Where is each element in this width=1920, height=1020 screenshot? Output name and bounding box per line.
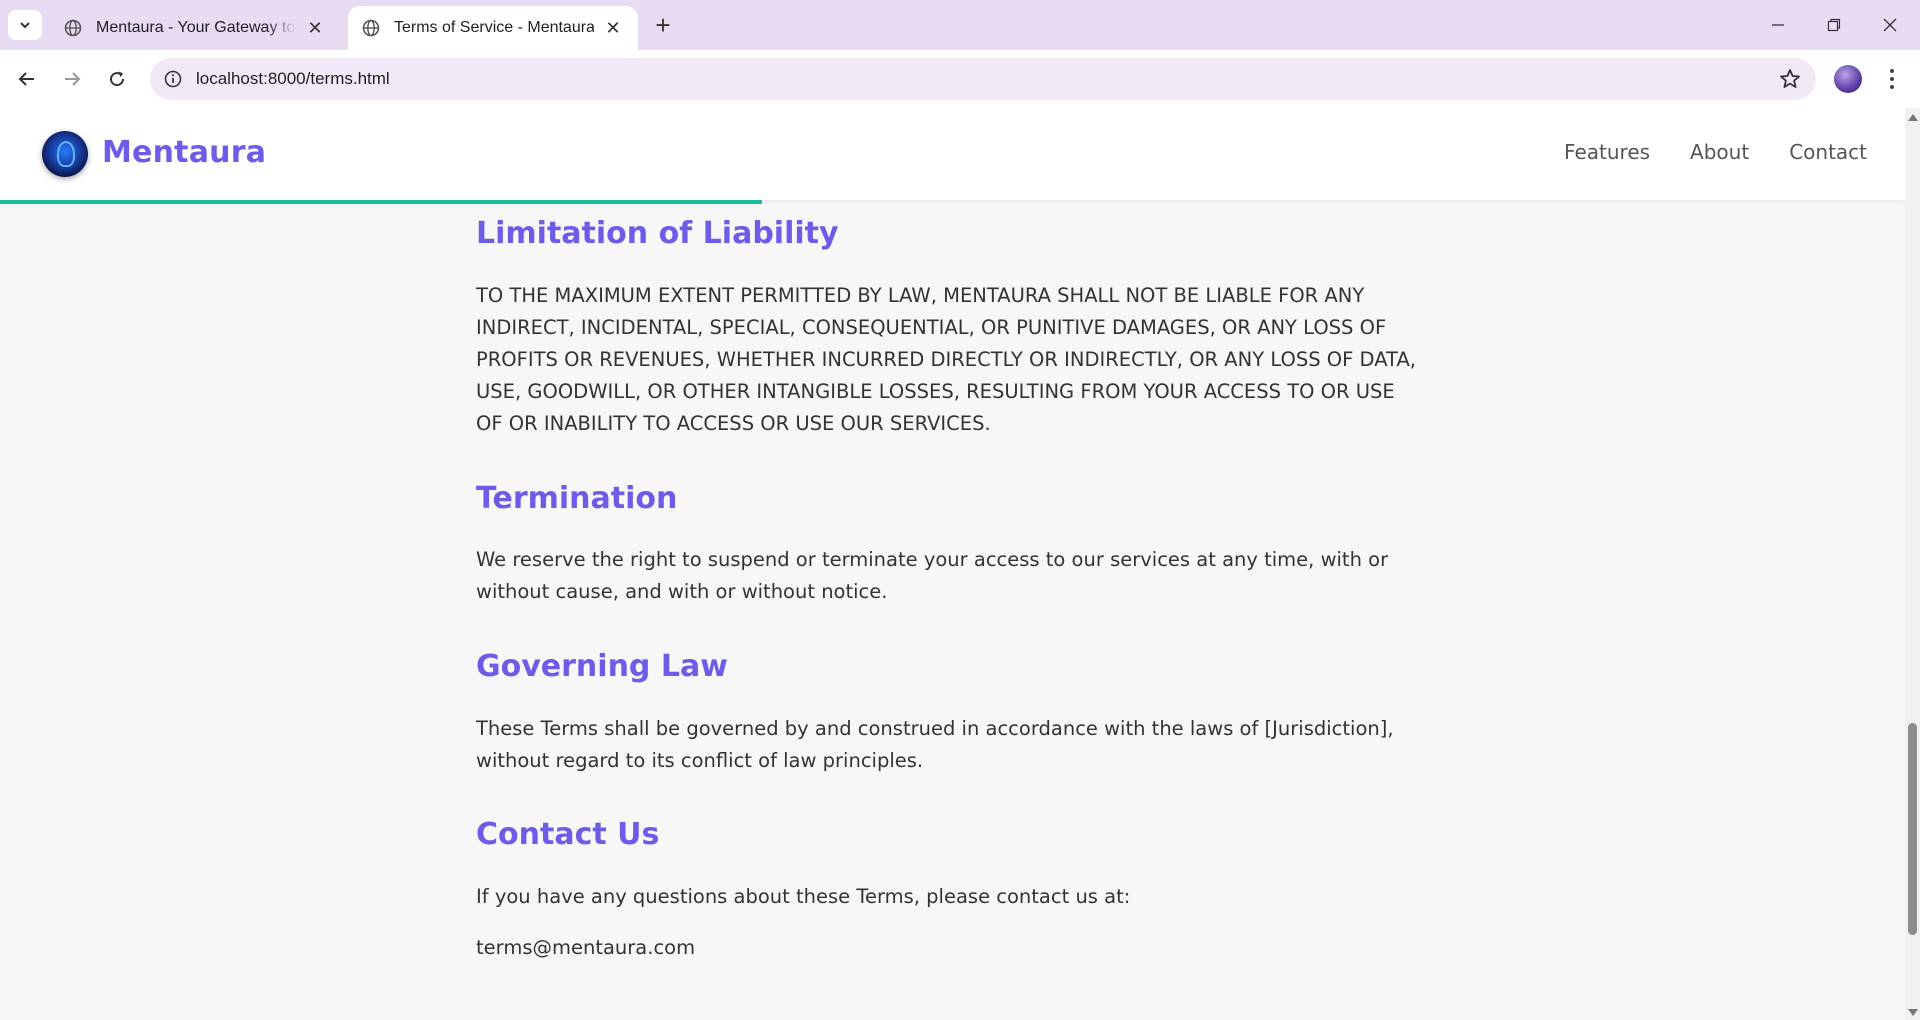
address-bar[interactable]: localhost:8000/terms.html: [150, 58, 1816, 100]
browser-toolbar: localhost:8000/terms.html: [0, 50, 1920, 108]
browser-tab-mentaura-home[interactable]: Mentaura - Your Gateway to Le ✕: [50, 6, 340, 50]
site-info-icon[interactable]: [160, 66, 186, 92]
globe-icon: [362, 19, 380, 37]
close-icon[interactable]: ✕: [602, 17, 624, 39]
page-viewport: Limitation of Liability TO THE MAXIMUM E…: [0, 108, 1905, 1020]
page-scrollbar[interactable]: [1905, 108, 1920, 1020]
section-text-governing-law: These Terms shall be governed by and con…: [476, 717, 1394, 772]
browser-tab-strip: Mentaura - Your Gateway to Le ✕ Terms of…: [0, 0, 1920, 50]
section-heading-limitation: Limitation of Liability: [476, 216, 839, 251]
scroll-up-icon[interactable]: [1908, 114, 1918, 121]
tab-search-icon[interactable]: [8, 10, 42, 40]
browser-tab-terms[interactable]: Terms of Service - Mentaura ✕: [348, 6, 638, 50]
close-icon[interactable]: ✕: [304, 17, 326, 39]
forward-icon[interactable]: [55, 62, 89, 96]
section-text-limitation: TO THE MAXIMUM EXTENT PERMITTED BY LAW, …: [476, 284, 1416, 435]
new-tab-icon[interactable]: +: [650, 10, 676, 40]
minimize-icon[interactable]: [1750, 0, 1806, 50]
site-header: Mentaura Features About Contact: [0, 108, 1905, 200]
scrollbar-thumb[interactable]: [1908, 723, 1917, 935]
url-text: localhost:8000/terms.html: [196, 69, 390, 88]
scroll-down-icon[interactable]: [1908, 1009, 1918, 1016]
profile-avatar[interactable]: [1834, 65, 1862, 93]
nav-link-features[interactable]: Features: [1564, 140, 1650, 164]
section-heading-contact: Contact Us: [476, 817, 660, 852]
restore-icon[interactable]: [1806, 0, 1862, 50]
more-menu-icon[interactable]: [1880, 64, 1904, 94]
section-heading-governing-law: Governing Law: [476, 649, 728, 684]
tab-title: Mentaura - Your Gateway to Le: [96, 19, 296, 36]
bookmark-star-icon[interactable]: [1778, 67, 1802, 91]
nav-link-about[interactable]: About: [1690, 140, 1749, 164]
back-icon[interactable]: [10, 62, 44, 96]
section-text-termination: We reserve the right to suspend or termi…: [476, 548, 1389, 603]
brand-logo[interactable]: [42, 131, 88, 177]
section-heading-termination: Termination: [476, 481, 678, 516]
tab-title: Terms of Service - Mentaura: [394, 19, 594, 36]
reload-icon[interactable]: [100, 62, 134, 96]
nav-link-contact[interactable]: Contact: [1789, 140, 1867, 164]
main-nav: Features About Contact: [1564, 140, 1867, 164]
section-text-contact: If you have any questions about these Te…: [476, 885, 1131, 908]
reading-progress-bar: [0, 200, 762, 204]
contact-email: terms@mentaura.com: [476, 936, 696, 959]
window-close-icon[interactable]: [1862, 0, 1918, 50]
brand-name[interactable]: Mentaura: [102, 135, 266, 170]
globe-icon: [64, 19, 82, 37]
